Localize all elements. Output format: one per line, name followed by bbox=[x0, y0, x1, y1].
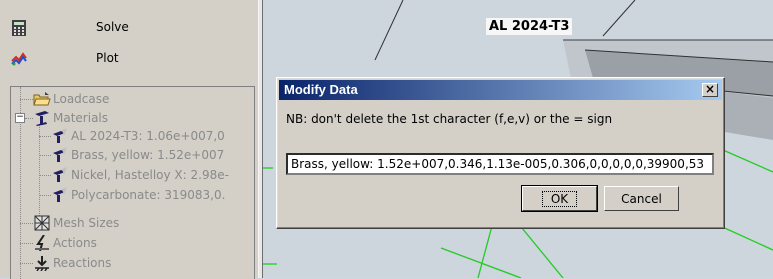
tree-connector bbox=[20, 243, 33, 244]
reactions-icon bbox=[35, 256, 49, 271]
tree-item-label: Polycarbonate: 319083,0. bbox=[71, 188, 226, 202]
tree-item-label: Actions bbox=[53, 236, 97, 250]
tree-item-label: Loadcase bbox=[53, 92, 110, 106]
material-item-icon bbox=[53, 128, 67, 143]
solve-label: Solve bbox=[96, 20, 129, 34]
material-item-icon bbox=[53, 167, 67, 182]
tree-item-label: Materials bbox=[53, 111, 109, 125]
tree-item-label: Reactions bbox=[53, 256, 112, 270]
material-beam-icon bbox=[35, 111, 49, 126]
tree-connector bbox=[39, 195, 51, 196]
materials-expander[interactable]: − bbox=[15, 113, 25, 123]
tree-connector bbox=[20, 223, 33, 224]
tree-connector bbox=[39, 175, 51, 176]
tree-connector bbox=[20, 263, 33, 264]
tree-connector bbox=[25, 118, 33, 119]
plot-icon bbox=[11, 52, 27, 66]
tree-connector bbox=[20, 99, 33, 100]
material-item-icon bbox=[53, 187, 67, 202]
solve-button[interactable]: Solve bbox=[0, 17, 256, 39]
tree-item-label: Mesh Sizes bbox=[53, 216, 120, 230]
tree-connector bbox=[39, 125, 40, 216]
dialog-title: Modify Data bbox=[284, 82, 358, 97]
cancel-button[interactable]: Cancel bbox=[604, 186, 679, 211]
ok-label: OK bbox=[541, 190, 578, 207]
close-button[interactable]: × bbox=[702, 83, 718, 97]
close-icon: × bbox=[704, 82, 716, 96]
tree-connector bbox=[39, 136, 51, 137]
folder-open-icon bbox=[33, 92, 51, 106]
viewport-material-label: AL 2024-T3 bbox=[486, 18, 573, 35]
dialog-titlebar[interactable]: Modify Data × bbox=[279, 80, 722, 100]
tree-connector bbox=[39, 155, 51, 156]
tree-item-label: AL 2024-T3: 1.06e+007,0 bbox=[71, 129, 225, 143]
modify-data-dialog: Modify Data × NB: don't delete the 1st c… bbox=[276, 77, 725, 229]
tree-item-label: Brass, yellow: 1.52e+007 bbox=[71, 148, 225, 162]
calculator-icon bbox=[12, 20, 26, 36]
plot-button[interactable]: Plot bbox=[0, 48, 256, 70]
ok-button[interactable]: OK bbox=[521, 185, 598, 212]
dialog-note: NB: don't delete the 1st character (f,e,… bbox=[286, 112, 613, 126]
material-data-input[interactable] bbox=[286, 153, 714, 175]
mesh-icon bbox=[34, 215, 50, 231]
model-tree[interactable]: − Loadcase Materials AL 2024-T3: 1.06e+0… bbox=[10, 86, 255, 279]
left-panel: Solve Plot − Loadcase Materials AL 2024-… bbox=[0, 0, 258, 279]
actions-icon bbox=[35, 235, 49, 251]
material-item-icon bbox=[53, 147, 67, 162]
plot-label: Plot bbox=[96, 51, 119, 65]
tree-item-label: Nickel, Hastelloy X: 2.98e- bbox=[71, 168, 229, 182]
